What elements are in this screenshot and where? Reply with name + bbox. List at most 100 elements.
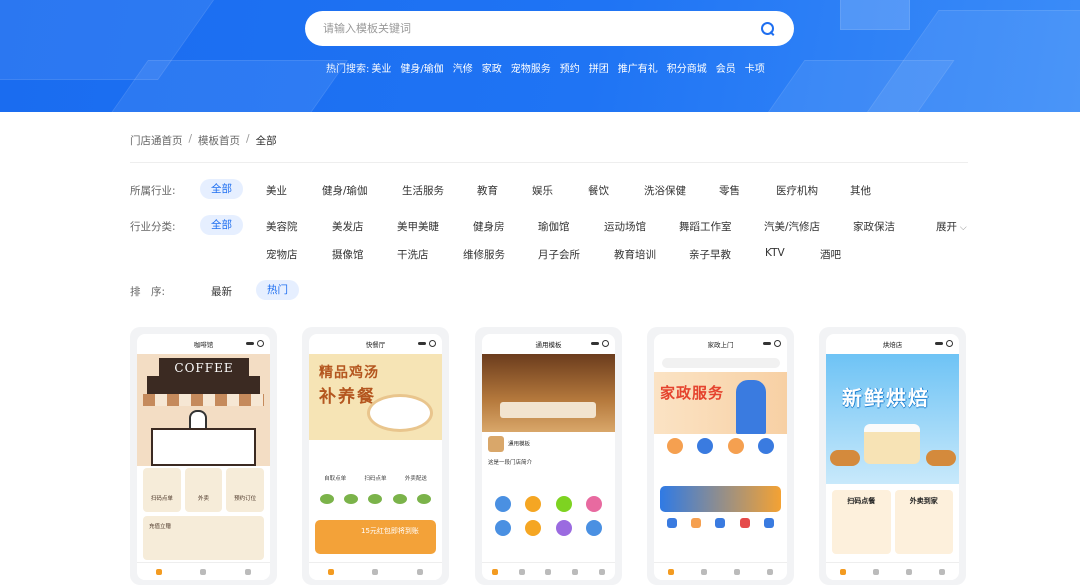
filter-category-all[interactable]: 全部: [200, 215, 243, 235]
filter-industry-option[interactable]: 教育: [477, 183, 498, 198]
bakery-action: 外卖到家: [894, 490, 953, 554]
filter-category-option[interactable]: 教育培训: [614, 247, 656, 262]
breadcrumb: 门店通首页 / 模板首页 / 全部: [130, 133, 277, 148]
shop-intro: 这是一段门店简介: [488, 460, 533, 466]
filter-category-option[interactable]: 瑜伽馆: [538, 219, 570, 234]
hot-keyword[interactable]: 积分商城: [667, 60, 707, 75]
food-entry: 扫码点单: [364, 476, 387, 482]
filter-industry-option[interactable]: 洗浴保健: [644, 183, 686, 198]
divider: [130, 162, 968, 163]
hot-keyword[interactable]: 推广有礼: [618, 60, 658, 75]
filter-category-option[interactable]: KTV: [765, 247, 785, 259]
hero-decoration: [840, 0, 910, 30]
hot-keyword[interactable]: 汽修: [453, 60, 473, 75]
template-card-housekeeping[interactable]: 家政上门 家政服务: [647, 327, 794, 585]
hot-keyword[interactable]: 美业: [371, 60, 391, 75]
preview-tabbar: [654, 562, 787, 580]
coffee-actions: 扫码点单 外卖 预约订位: [143, 468, 265, 512]
template-card-bakery[interactable]: 烘焙店 新鲜烘焙 扫码点餐 外卖到家: [819, 327, 966, 585]
food-banner-line2: 补养餐: [319, 387, 376, 407]
filter-category-option[interactable]: 摄像馆: [332, 247, 364, 262]
chevron-down-icon: ⌵: [957, 223, 967, 233]
food-plate: [367, 394, 433, 432]
filter-category-option[interactable]: 美甲美睫: [397, 219, 439, 234]
food-entry-icons: 自取点单 扫码点单 外卖配送: [315, 446, 436, 482]
preview-tabbar: [482, 562, 615, 580]
coffee-action: 外卖: [184, 468, 223, 512]
filter-category-option[interactable]: 亲子早教: [689, 247, 731, 262]
filter-category-option[interactable]: 健身房: [473, 219, 505, 234]
category-icons: [660, 518, 781, 528]
filter-sort-label: 排 序:: [130, 286, 166, 298]
filter-category-option[interactable]: 美容院: [266, 219, 298, 234]
preview-tabbar: [309, 562, 442, 580]
filter-category-option[interactable]: 美发店: [332, 219, 364, 234]
coffee-sign: COFFEE: [159, 358, 249, 378]
filter-industry-option[interactable]: 餐饮: [588, 183, 609, 198]
template-card-coffee[interactable]: 咖啡馆 COFFEE 扫码点单 外卖 预约订位 充值立赠: [130, 327, 277, 585]
hot-keyword[interactable]: 家政: [482, 60, 502, 75]
filter-category-option[interactable]: 宠物店: [266, 247, 298, 262]
hot-keywords-label: 热门搜索:: [326, 64, 370, 75]
bakery-actions: 扫码点餐 外卖到家: [832, 490, 953, 554]
filter-category-option[interactable]: 月子会所: [538, 247, 580, 262]
sort-hot[interactable]: 热门: [256, 280, 299, 300]
food-banner-line1: 精品鸡汤: [319, 365, 379, 381]
filter-category-option[interactable]: 酒吧: [820, 247, 841, 262]
filter-category-option[interactable]: 干洗店: [397, 247, 429, 262]
preview-title: 家政上门: [707, 341, 734, 349]
cake-illustration: [864, 424, 920, 464]
housekeeping-banner-title: 家政服务: [660, 384, 725, 402]
hot-keyword[interactable]: 拼团: [589, 60, 609, 75]
filter-category-option[interactable]: 汽美/汽修店: [764, 219, 820, 234]
filter-industry-option[interactable]: 医疗机构: [776, 183, 818, 198]
shop-name: 通用模板: [508, 441, 531, 448]
hot-keyword[interactable]: 会员: [716, 60, 736, 75]
preview-titlebar: 通用模板: [482, 334, 615, 354]
filter-category-label: 行业分类:: [130, 221, 176, 233]
preview-titlebar: 烘焙店: [826, 334, 959, 354]
hot-keywords: 热门搜索: 美业 健身/瑜伽 汽修 家政 宠物服务 预约 拼团 推广有礼 积分商…: [326, 60, 774, 75]
filter-category-option[interactable]: 运动场馆: [604, 219, 646, 234]
bread-illustration: [926, 450, 956, 466]
bread-illustration: [830, 450, 860, 466]
shop-counter: [151, 428, 256, 466]
preview-title: 快餐厅: [365, 341, 386, 349]
filter-industry-option[interactable]: 健身/瑜伽: [322, 183, 368, 198]
food-promo: 15元红包即将到账: [315, 520, 436, 554]
housekeeping-banner: 家政服务: [654, 372, 787, 434]
template-card-general[interactable]: 通用模板 通用模板 这是一段门店简介: [475, 327, 622, 585]
expand-button[interactable]: 展开 ⌵: [936, 219, 967, 234]
filter-industry-option[interactable]: 生活服务: [402, 183, 444, 198]
hot-keyword[interactable]: 预约: [560, 60, 580, 75]
hot-keyword[interactable]: 宠物服务: [511, 60, 551, 75]
more-icon: [246, 340, 264, 347]
preview-title: 咖啡馆: [193, 341, 214, 349]
hot-keyword[interactable]: 卡项: [745, 60, 765, 75]
more-icon: [591, 340, 609, 347]
sort-newest[interactable]: 最新: [211, 284, 232, 299]
bakery-banner: 新鲜烘焙: [826, 354, 959, 484]
filter-industry-option[interactable]: 其他: [850, 183, 871, 198]
template-preview: 快餐厅 精品鸡汤 补养餐 自取点单 扫码点单 外卖配送 15元红包即将到账: [309, 334, 442, 580]
filter-category-option[interactable]: 家政保洁: [853, 219, 895, 234]
template-preview: 通用模板 通用模板 这是一段门店简介: [482, 334, 615, 580]
hero-banner: 热门搜索: 美业 健身/瑜伽 汽修 家政 宠物服务 预约 拼团 推广有礼 积分商…: [0, 0, 1080, 112]
coffee-recharge-panel: 充值立赠: [143, 516, 264, 560]
template-card-fastfood[interactable]: 快餐厅 精品鸡汤 补养餐 自取点单 扫码点单 外卖配送 15元红包即将到账: [302, 327, 449, 585]
search-icon[interactable]: [760, 21, 776, 37]
filter-industry-option[interactable]: 娱乐: [532, 183, 553, 198]
more-icon: [763, 340, 781, 347]
worker-figure: [736, 380, 766, 434]
filter-category-option[interactable]: 维修服务: [463, 247, 505, 262]
hot-keyword[interactable]: 健身/瑜伽: [400, 60, 443, 75]
breadcrumb-separator: /: [246, 133, 250, 145]
filter-category-option[interactable]: 舞蹈工作室: [679, 219, 732, 234]
breadcrumb-link-templates[interactable]: 模板首页: [198, 133, 240, 148]
filter-industry-all[interactable]: 全部: [200, 179, 243, 199]
search-input[interactable]: [323, 22, 760, 35]
filter-industry-option[interactable]: 美业: [266, 183, 287, 198]
breadcrumb-link-home[interactable]: 门店通首页: [130, 133, 183, 148]
filter-industry-option[interactable]: 零售: [719, 183, 740, 198]
service-icons: [660, 438, 781, 454]
